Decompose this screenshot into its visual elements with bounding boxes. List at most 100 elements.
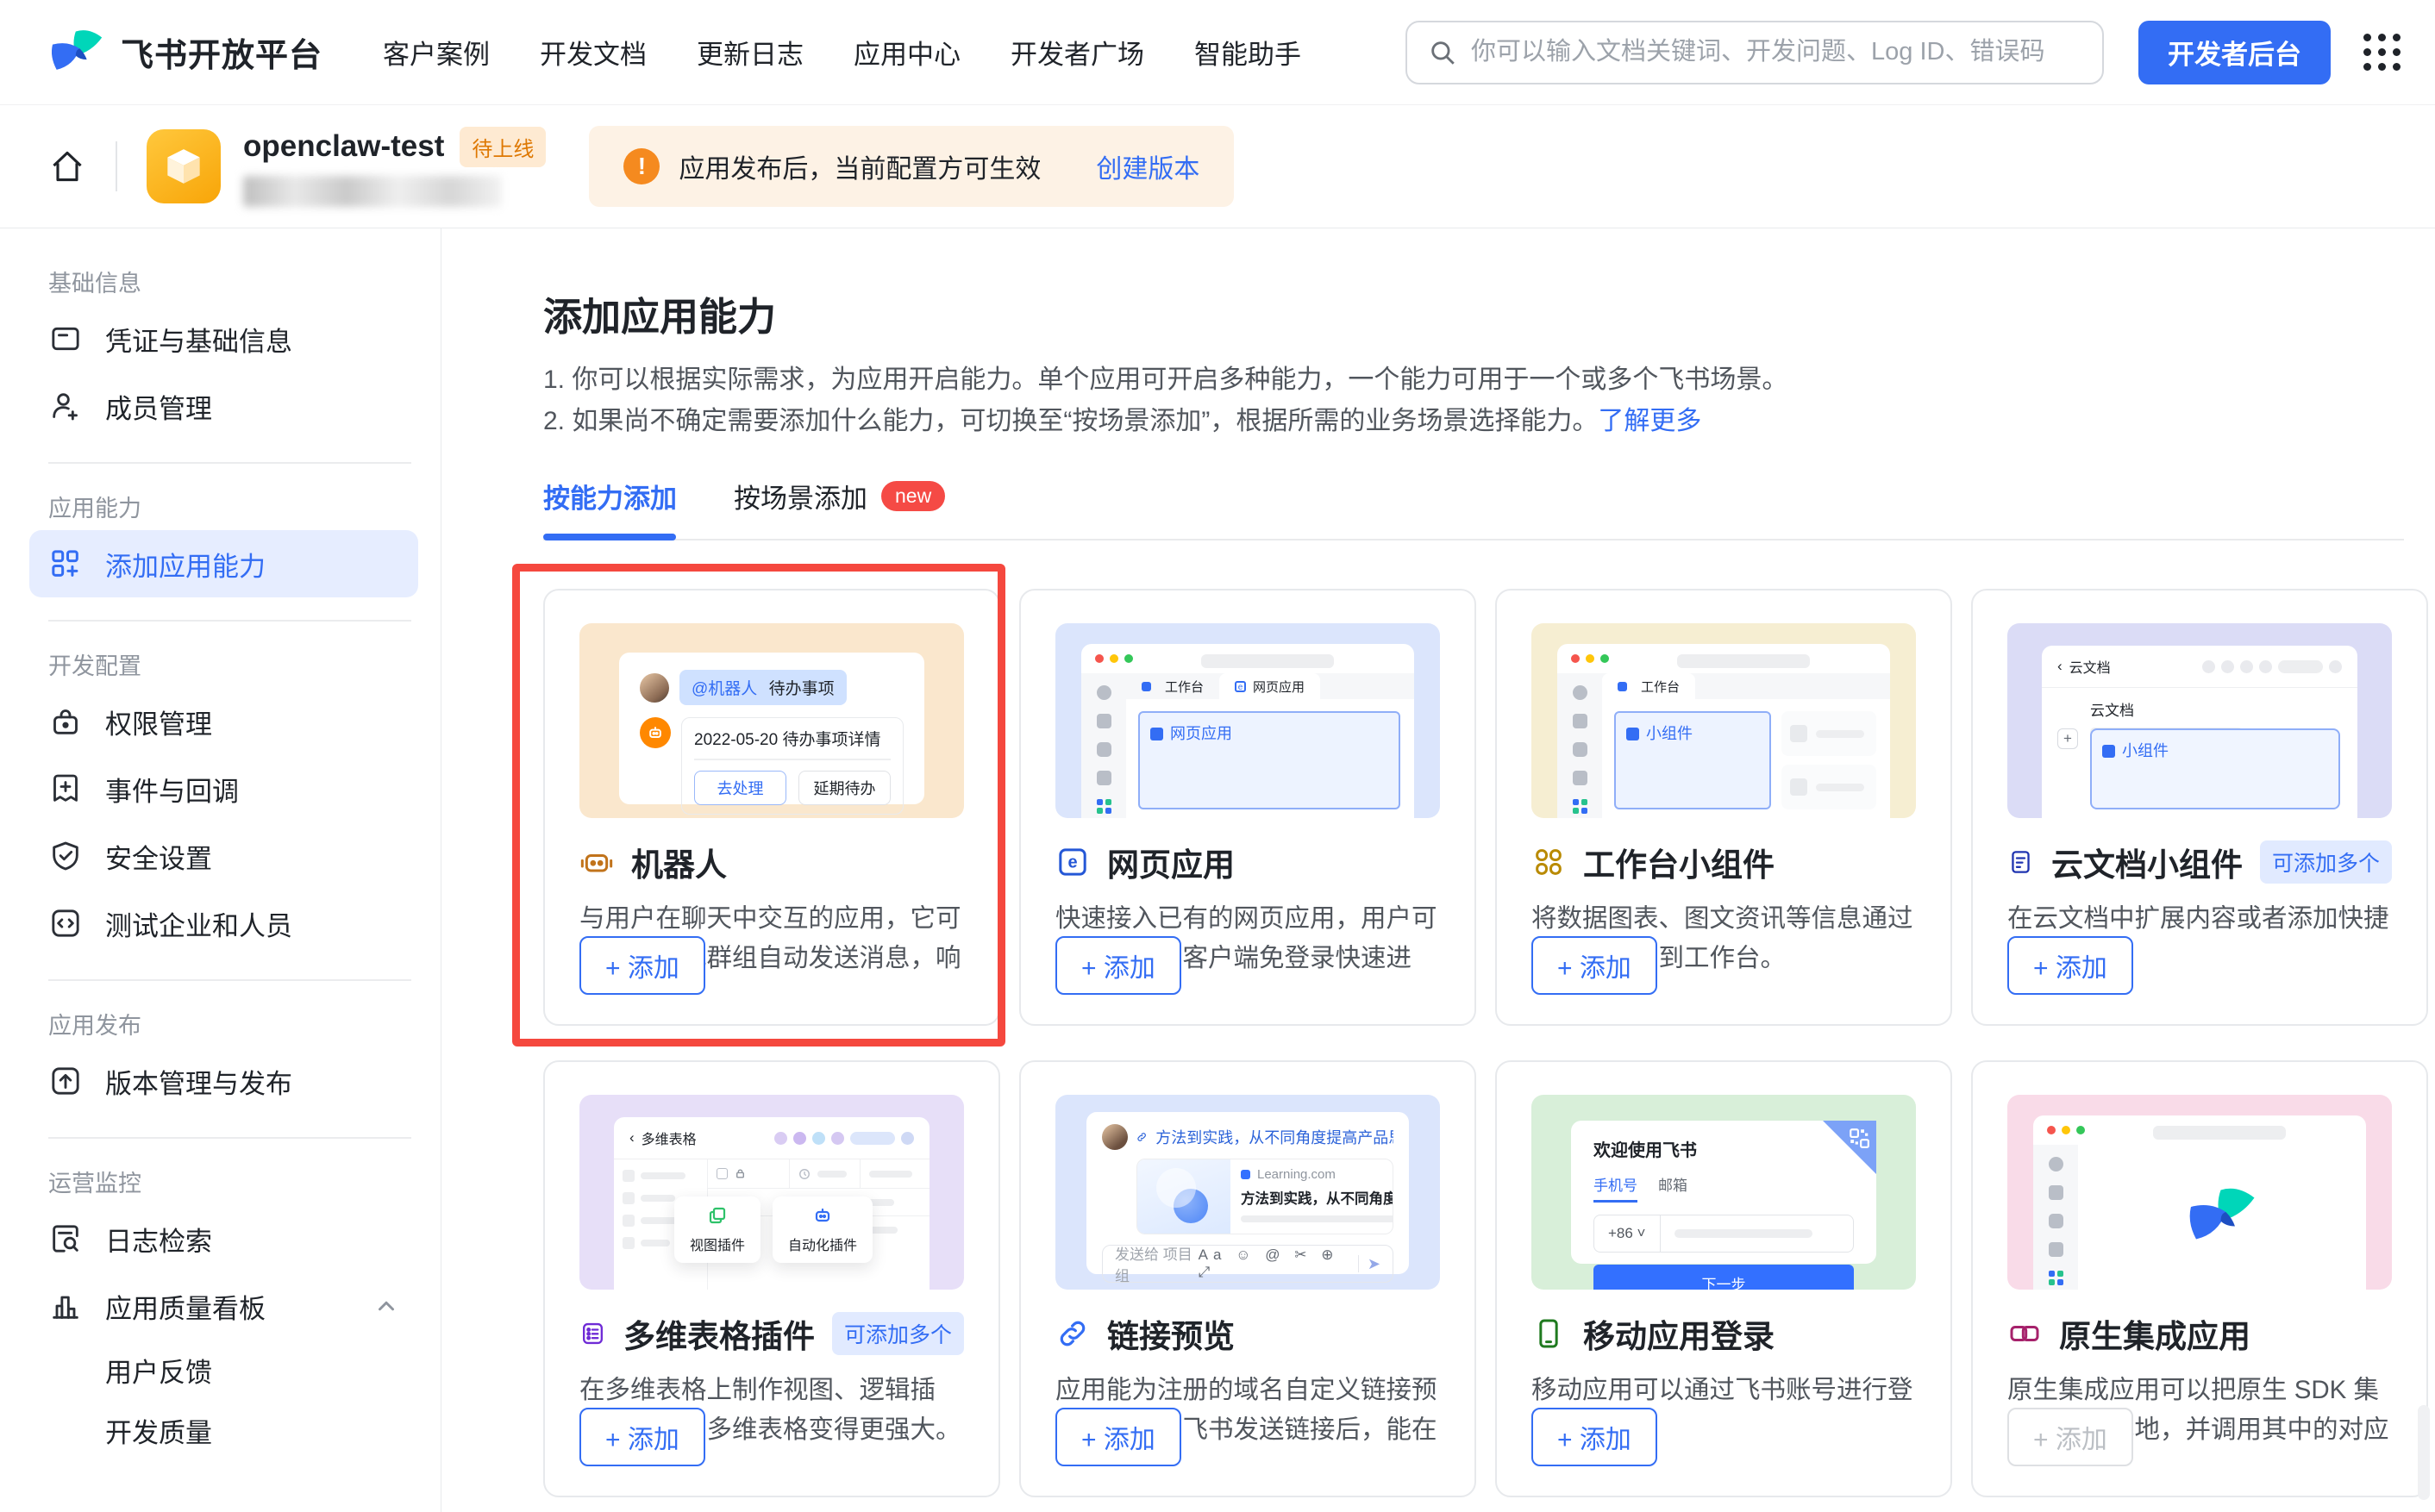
sidebar-item-events-callbacks[interactable]: 事件与回调 [29, 755, 418, 822]
apps-grid-icon[interactable] [2363, 34, 2401, 71]
nav-item-changelog[interactable]: 更新日志 [697, 33, 804, 72]
description-line-2: 2. 如果尚不确定需要添加什么能力，可切换至“按场景添加”，根据所需的业务场景选… [543, 401, 1787, 442]
sidebar-item-security[interactable]: 安全设置 [29, 822, 418, 890]
sidebar-heading-dev-config: 开发配置 [48, 647, 423, 681]
brand-name: 飞书开放平台 [121, 28, 322, 76]
nav-item-developer-plaza[interactable]: 开发者广场 [1011, 33, 1144, 72]
home-icon[interactable] [48, 147, 86, 185]
nav-item-ai-assistant[interactable]: 智能助手 [1194, 33, 1301, 72]
app-name: openclaw-test [243, 129, 444, 164]
sidebar-item-label: 事件与回调 [105, 770, 239, 809]
add-native-integration-button-disabled: + 添加 [2007, 1408, 2133, 1466]
card-workbench-thumbnail: 工作台 小组件 [1531, 623, 1916, 818]
feishu-open-platform-console: 飞书开放平台 客户案例 开发文档 更新日志 应用中心 开发者广场 智能助手 开发… [0, 0, 2435, 1512]
sidebar-item-test-company[interactable]: 测试企业和人员 [29, 890, 418, 957]
search-input[interactable] [1471, 38, 2081, 66]
add-workbench-widget-button[interactable]: + 添加 [1531, 936, 1657, 995]
sidebar-item-log-search[interactable]: 日志检索 [29, 1205, 418, 1272]
sidebar-item-permissions[interactable]: 权限管理 [29, 688, 418, 755]
new-badge: new [881, 481, 945, 511]
native-integration-icon [2007, 1316, 2042, 1351]
docs-widget-icon [2007, 845, 2034, 879]
sidebar-item-label: 凭证与基础信息 [105, 320, 292, 359]
mobile-login-icon [1531, 1316, 1566, 1351]
card-bitable-thumbnail: ‹ 多维表格 [579, 1095, 964, 1290]
sidebar-subitem-user-feedback[interactable]: 用户反馈 [48, 1340, 423, 1400]
upload-icon [48, 1064, 83, 1098]
add-web-app-button[interactable]: + 添加 [1055, 936, 1181, 995]
sidebar-item-quality-dashboard[interactable]: 应用质量看板 [29, 1272, 418, 1340]
chevron-up-icon[interactable] [373, 1293, 399, 1319]
developer-console-button[interactable]: 开发者后台 [2138, 21, 2331, 84]
main-content: 添加应用能力 1. 你可以根据实际需求，为应用开启能力。单个应用可开启多种能力，… [441, 228, 2435, 1512]
sidebar-subitem-dev-quality[interactable]: 开发质量 [48, 1400, 423, 1460]
sidebar-item-members[interactable]: 成员管理 [29, 372, 418, 440]
search-icon [1428, 38, 1457, 67]
sidebar-heading-monitoring: 运营监控 [48, 1165, 423, 1198]
sidebar-item-label: 安全设置 [105, 837, 212, 876]
sidebar-item-label: 成员管理 [105, 387, 212, 426]
sidebar-item-credentials[interactable]: 凭证与基础信息 [29, 305, 418, 372]
web-app-icon: e [1055, 845, 1090, 879]
card-web-app: 工作台 e 网页应用 网页应用 e [1019, 589, 1476, 1026]
card-title: 原生集成应用 [2059, 1310, 2250, 1357]
app-status-badge: 待上线 [460, 127, 546, 167]
banner-text: 应用发布后，当前配置方可生效 [679, 147, 1041, 185]
card-link-preview-thumbnail: 方法到实践，从不同角度提高产品思维能力！ Learning.com [1055, 1095, 1440, 1290]
grid-plus-icon [48, 547, 83, 581]
nav-item-customer-cases[interactable]: 客户案例 [383, 33, 490, 72]
capability-card-grid: @机器人 待办事项 2022-05-20 待办事项详情 [543, 589, 2428, 1497]
tab-by-capability[interactable]: 按能力添加 [543, 477, 677, 515]
chat-avatar [640, 673, 669, 703]
global-search[interactable] [1405, 21, 2104, 84]
card-web-thumbnail: 工作台 e 网页应用 网页应用 [1055, 623, 1440, 818]
sidebar-item-add-capability[interactable]: 添加应用能力 [29, 530, 418, 597]
card-docs-widget: ‹ 云文档 云文档 + [1971, 589, 2428, 1026]
add-docs-widget-button[interactable]: + 添加 [2007, 936, 2133, 995]
publish-warning-banner: ! 应用发布后，当前配置方可生效 创建版本 [589, 126, 1234, 207]
log-search-icon [48, 1221, 83, 1256]
tab-by-scenario[interactable]: 按场景添加 new [734, 477, 945, 515]
sidebar-heading-capabilities: 应用能力 [48, 490, 423, 523]
app-header: openclaw-test 待上线 ! 应用发布后，当前配置方可生效 创建版本 [0, 105, 2435, 228]
sidebar-divider [48, 620, 411, 622]
create-version-link[interactable]: 创建版本 [1096, 147, 1199, 185]
sidebar-divider [48, 462, 411, 464]
nav-item-dev-docs[interactable]: 开发文档 [540, 33, 647, 72]
brand-logo[interactable]: 飞书开放平台 [48, 28, 322, 77]
learn-more-link[interactable]: 了解更多 [1598, 407, 1701, 435]
lock-icon [48, 704, 83, 739]
card-mobile-login: 欢迎使用飞书 手机号 邮箱 +86 ˅ 下一步 [1495, 1060, 1952, 1497]
scrollbar-thumb[interactable] [2418, 1405, 2430, 1500]
add-bot-button[interactable]: + 添加 [579, 936, 705, 995]
sidebar-item-version-release[interactable]: 版本管理与发布 [29, 1047, 418, 1115]
bot-avatar [640, 717, 671, 748]
card-title: 工作台小组件 [1583, 839, 1775, 885]
sidebar-heading-basic-info: 基础信息 [48, 265, 423, 298]
card-title: 移动应用登录 [1583, 1310, 1775, 1357]
card-docs-thumbnail: ‹ 云文档 云文档 + [2007, 623, 2392, 818]
sidebar-item-label: 权限管理 [105, 703, 212, 741]
header-divider [116, 141, 117, 191]
card-native-integration: 原生集成应用 原生集成应用可以把原生 SDK 集成到飞书本地，并调用其中的对应方… [1971, 1060, 2428, 1497]
add-bitable-plugin-button[interactable]: + 添加 [579, 1408, 705, 1466]
code-icon [48, 906, 83, 940]
feishu-logo-icon [48, 28, 105, 77]
card-title: 链接预览 [1107, 1310, 1235, 1357]
tab-underline [543, 539, 2404, 540]
feishu-logo-watermark [2186, 1186, 2258, 1248]
sidebar-item-label: 版本管理与发布 [105, 1062, 292, 1101]
multi-add-badge: 可添加多个 [2260, 840, 2392, 884]
card-bitable-plugin: ‹ 多维表格 [543, 1060, 1000, 1497]
card-title: 网页应用 [1107, 839, 1235, 885]
add-link-preview-button[interactable]: + 添加 [1055, 1408, 1181, 1466]
add-mobile-login-button[interactable]: + 添加 [1531, 1408, 1657, 1466]
nav-item-app-center[interactable]: 应用中心 [854, 33, 961, 72]
sidebar-item-label: 日志检索 [105, 1220, 212, 1259]
card-mobile-login-thumbnail: 欢迎使用飞书 手机号 邮箱 +86 ˅ 下一步 [1531, 1095, 1916, 1290]
shield-check-icon [48, 839, 83, 873]
card-title: 机器人 [631, 839, 727, 885]
card-bot: @机器人 待办事项 2022-05-20 待办事项详情 [543, 589, 1000, 1026]
sidebar-item-label: 添加应用能力 [105, 545, 266, 584]
app-avatar [147, 129, 221, 203]
